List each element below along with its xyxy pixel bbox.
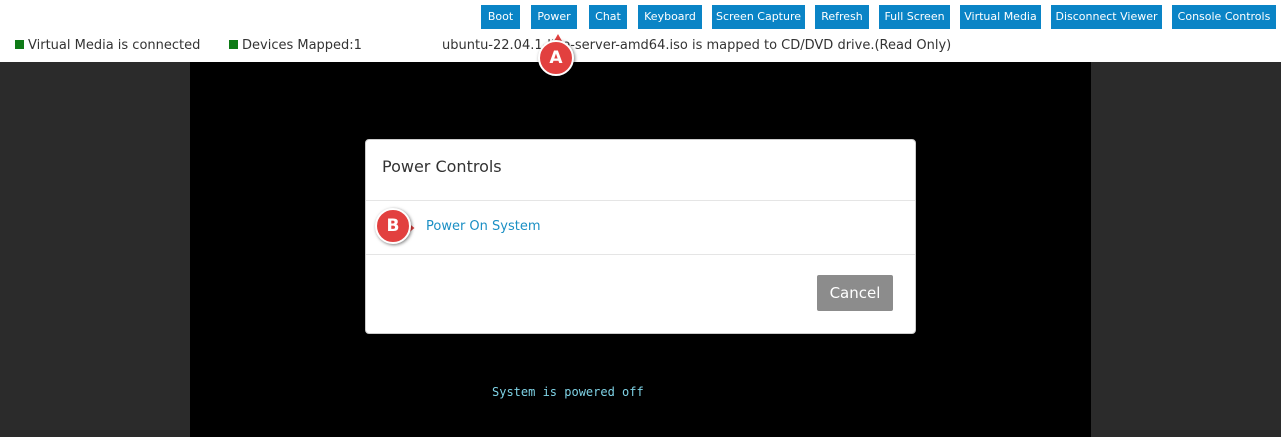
callout-b-badge: B [375, 208, 411, 244]
disconnect-viewer-button[interactable]: Disconnect Viewer [1051, 5, 1162, 29]
screen-capture-button[interactable]: Screen Capture [712, 5, 805, 29]
power-button[interactable]: Power [531, 5, 577, 29]
mapped-media-message: ubuntu-22.04.1-live-server-amd64.iso is … [442, 38, 952, 53]
devices-mapped-status: Devices Mapped:1 [229, 37, 362, 54]
refresh-button[interactable]: Refresh [815, 5, 869, 29]
console-message: System is powered off [492, 385, 644, 399]
virtual-media-status: Virtual Media is connected [15, 37, 200, 54]
status-indicator-icon [15, 40, 24, 49]
devices-mapped-text: Devices Mapped:1 [242, 38, 362, 53]
power-controls-modal: Power Controls Power On System Cancel [365, 139, 916, 334]
top-toolbar: Boot Power Chat Keyboard Screen Capture … [0, 0, 1281, 62]
virtual-media-status-text: Virtual Media is connected [28, 38, 201, 53]
modal-title: Power Controls [382, 157, 502, 176]
modal-header: Power Controls [366, 140, 915, 201]
full-screen-button[interactable]: Full Screen [879, 5, 950, 29]
console-controls-button[interactable]: Console Controls [1172, 5, 1276, 29]
cancel-button[interactable]: Cancel [817, 275, 893, 311]
status-indicator-icon [229, 40, 238, 49]
power-on-system-link[interactable]: Power On System [426, 219, 541, 234]
modal-body: Power On System [366, 201, 915, 255]
chat-button[interactable]: Chat [589, 5, 627, 29]
boot-button[interactable]: Boot [481, 5, 520, 29]
keyboard-button[interactable]: Keyboard [638, 5, 702, 29]
callout-a-badge: A [538, 40, 574, 76]
virtual-media-button[interactable]: Virtual Media [960, 5, 1041, 29]
